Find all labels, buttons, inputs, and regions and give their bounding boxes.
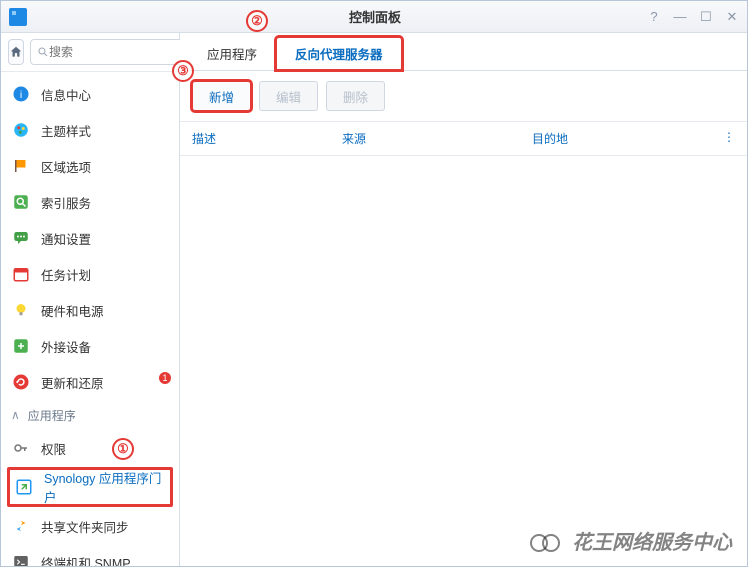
sidebar-item-label: 更新和还原 bbox=[41, 373, 104, 392]
section-toggle-apps[interactable]: ∧ 应用程序 bbox=[1, 400, 179, 430]
table-header: 描述 来源 目的地 ⋮ bbox=[180, 121, 747, 156]
help-button[interactable]: ? bbox=[647, 9, 661, 25]
sidebar-item-external[interactable]: 外接设备 bbox=[1, 328, 179, 364]
sidebar-item-portal[interactable]: Synology 应用程序门户 bbox=[7, 467, 173, 507]
sync-icon bbox=[11, 516, 31, 536]
sidebar-item-label: 终端机和 SNMP bbox=[41, 553, 131, 567]
tab-bar: 应用程序 反向代理服务器 bbox=[180, 33, 747, 71]
sidebar-item-label: 信息中心 bbox=[41, 85, 91, 104]
bulb-icon bbox=[11, 300, 31, 320]
palette-icon bbox=[11, 120, 31, 140]
col-destination[interactable]: 目的地 bbox=[532, 130, 715, 147]
terminal-icon bbox=[11, 552, 31, 566]
search-service-icon bbox=[11, 192, 31, 212]
sidebar-item-label: 通知设置 bbox=[41, 229, 91, 248]
column-menu-button[interactable]: ⋮ bbox=[715, 130, 735, 147]
sidebar-item-notify[interactable]: 通知设置 bbox=[1, 220, 179, 256]
table-body bbox=[180, 156, 747, 566]
nav-list: i 信息中心 主题样式 区域选项 索引服务 通知设置 任务计划 硬件和电源 外接设… bbox=[1, 72, 179, 566]
chat-icon bbox=[11, 228, 31, 248]
main-panel: 应用程序 反向代理服务器 新增 编辑 删除 描述 来源 目的地 ⋮ bbox=[180, 33, 747, 566]
sidebar-item-task[interactable]: 任务计划 bbox=[1, 256, 179, 292]
sidebar-item-label: 任务计划 bbox=[41, 265, 91, 284]
chevron-up-icon: ∧ bbox=[11, 408, 20, 422]
add-button[interactable]: 新增 bbox=[192, 81, 251, 111]
sidebar-item-label: 索引服务 bbox=[41, 193, 91, 212]
toolbar: 新增 编辑 删除 bbox=[180, 71, 747, 121]
window-title: 控制面板 bbox=[349, 7, 401, 26]
sidebar-item-sync[interactable]: 共享文件夹同步 bbox=[1, 508, 179, 544]
sidebar-item-label: 外接设备 bbox=[41, 337, 91, 356]
sidebar-item-region[interactable]: 区域选项 bbox=[1, 148, 179, 184]
badge-icon: 1 bbox=[159, 372, 171, 384]
home-button[interactable] bbox=[8, 39, 24, 65]
sidebar-item-label: 共享文件夹同步 bbox=[41, 517, 129, 536]
col-description[interactable]: 描述 bbox=[192, 130, 342, 147]
sidebar: i 信息中心 主题样式 区域选项 索引服务 通知设置 任务计划 硬件和电源 外接设… bbox=[1, 33, 180, 566]
col-source[interactable]: 来源 bbox=[342, 130, 532, 147]
delete-button[interactable]: 删除 bbox=[326, 81, 385, 111]
usb-icon bbox=[11, 336, 31, 356]
portal-icon bbox=[14, 477, 34, 497]
sidebar-item-index[interactable]: 索引服务 bbox=[1, 184, 179, 220]
calendar-icon bbox=[11, 264, 31, 284]
titlebar: 控制面板 ? — ☐ ✕ bbox=[1, 1, 747, 33]
sidebar-item-power[interactable]: 硬件和电源 bbox=[1, 292, 179, 328]
app-icon bbox=[9, 8, 27, 26]
key-icon bbox=[11, 438, 31, 458]
svg-text:i: i bbox=[20, 89, 22, 101]
sidebar-item-label: 权限 bbox=[41, 439, 66, 458]
tab-apps[interactable]: 应用程序 bbox=[188, 37, 276, 70]
sidebar-item-perm[interactable]: 权限 bbox=[1, 430, 179, 466]
sidebar-item-theme[interactable]: 主题样式 bbox=[1, 112, 179, 148]
minimize-button[interactable]: — bbox=[673, 9, 687, 25]
sidebar-item-label: 区域选项 bbox=[41, 157, 91, 176]
close-button[interactable]: ✕ bbox=[725, 9, 739, 25]
maximize-button[interactable]: ☐ bbox=[699, 9, 713, 25]
sidebar-item-info[interactable]: i 信息中心 bbox=[1, 76, 179, 112]
section-label: 应用程序 bbox=[28, 407, 76, 424]
refresh-icon bbox=[11, 372, 31, 392]
tab-reverse-proxy[interactable]: 反向代理服务器 bbox=[276, 37, 402, 70]
flag-icon bbox=[11, 156, 31, 176]
sidebar-item-label: 主题样式 bbox=[41, 121, 91, 140]
sidebar-item-update[interactable]: 更新和还原 1 bbox=[1, 364, 179, 400]
search-icon bbox=[37, 46, 49, 58]
sidebar-item-label: Synology 应用程序门户 bbox=[44, 468, 166, 506]
info-icon: i bbox=[11, 84, 31, 104]
home-icon bbox=[9, 45, 23, 59]
sidebar-item-snmp[interactable]: 终端机和 SNMP bbox=[1, 544, 179, 566]
edit-button[interactable]: 编辑 bbox=[259, 81, 318, 111]
sidebar-item-label: 硬件和电源 bbox=[41, 301, 104, 320]
